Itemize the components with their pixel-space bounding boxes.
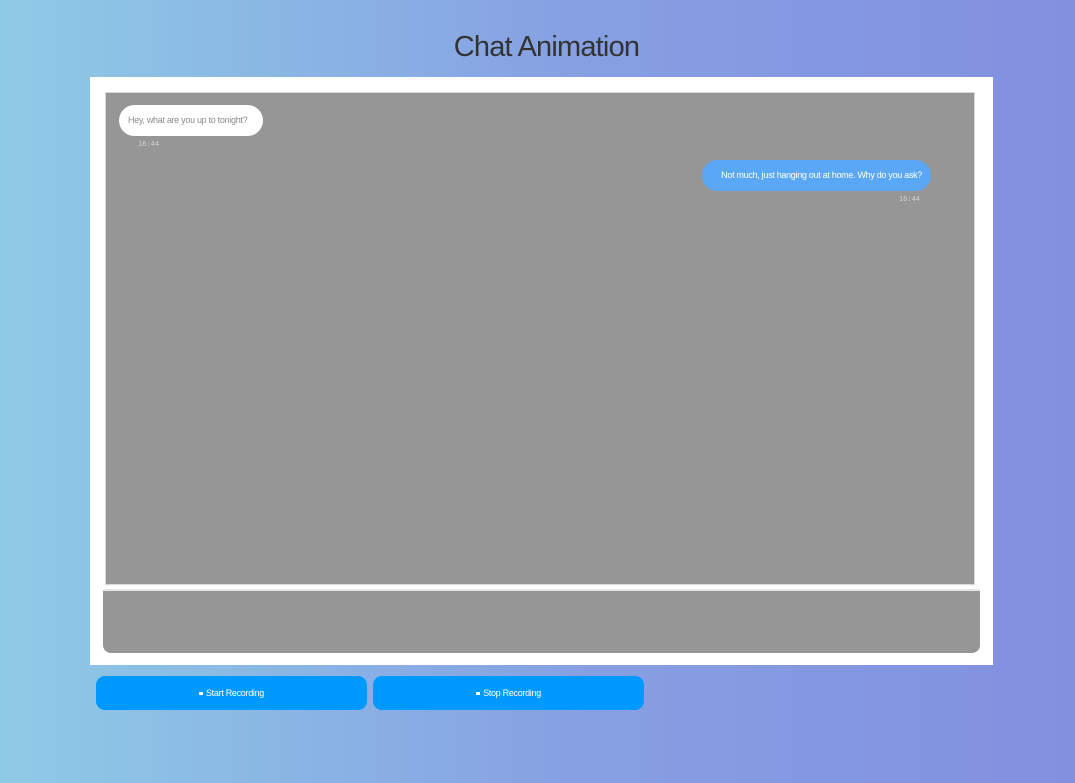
chat-messages-area: Hey, what are you up to tonight? 16:44 N… (105, 92, 975, 585)
page-title: Chat Animation (453, 31, 640, 63)
start-recording-button[interactable]: Start Recording (96, 676, 367, 710)
stop-icon (476, 692, 481, 695)
stop-recording-label: Stop Recording (483, 688, 541, 698)
stop-recording-button[interactable]: Stop Recording (373, 676, 644, 710)
start-recording-label: Start Recording (205, 688, 265, 698)
message-timestamp: 16:44 (138, 140, 160, 148)
chat-frame: Hey, what are you up to tonight? 16:44 N… (90, 77, 993, 665)
message-bubble-sent: Not much, just hanging out at home. Why … (702, 160, 931, 191)
message-timestamp: 16:44 (898, 195, 920, 203)
chat-input-area (103, 589, 980, 653)
record-icon (198, 692, 203, 695)
message-sent: Not much, just hanging out at home. Why … (702, 160, 931, 203)
message-bubble-received: Hey, what are you up to tonight? (119, 105, 263, 136)
message-received: Hey, what are you up to tonight? 16:44 (119, 105, 263, 148)
